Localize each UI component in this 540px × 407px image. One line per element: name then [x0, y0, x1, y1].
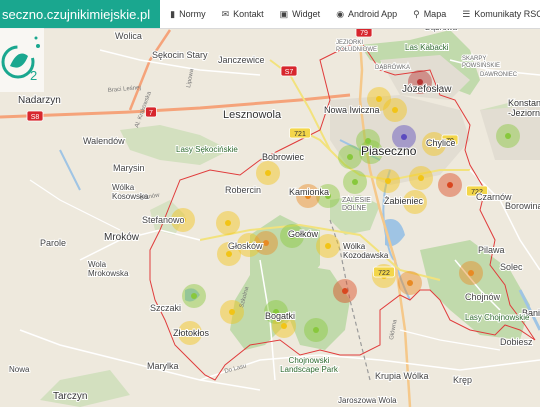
place-label-dabrowka: DĄBRÓWKA	[375, 64, 410, 71]
sensor-marker-good[interactable]	[496, 124, 520, 148]
sensor-marker-moderate[interactable]	[383, 98, 407, 122]
sensor-marker-good[interactable]	[182, 284, 206, 308]
place-label-mrokow: Mroków	[104, 232, 140, 243]
nav-label: Mapa	[423, 9, 447, 19]
place-label-chylice: Chylice	[426, 138, 456, 148]
sensor-marker-moderate[interactable]	[376, 169, 400, 193]
place-label-sekocin-stary: Sękocin Stary	[152, 50, 208, 60]
place-label-jaroszowa-wola: Jaroszowa Wola	[338, 396, 397, 405]
place-label-pilawa: Pilawa	[478, 245, 505, 255]
map-canvas[interactable]: S8S779721722722797 WolicaSękocin Stary Ja…	[0, 0, 540, 407]
sensor-marker-moderate[interactable]	[256, 161, 280, 185]
road-number: S8	[31, 114, 40, 121]
nav-menu: ▮ Normy ✉ Kontakt ▣ Widget ◉ Android App ⚲ Mapa ☰ K…	[160, 0, 540, 28]
nav-label: Android App	[348, 9, 398, 19]
picture-icon: ▣	[279, 8, 289, 19]
logo-subscript: 2	[30, 68, 37, 83]
road-number: 7	[149, 110, 153, 117]
sensor-marker-moderate[interactable]	[316, 234, 340, 258]
nav-normy[interactable]: ▮ Normy	[170, 9, 205, 20]
place-label-chojnow: Chojnów	[465, 292, 501, 302]
sensor-marker-bad[interactable]	[438, 173, 462, 197]
place-label-parole: Parole	[40, 238, 66, 248]
place-label-kaminka: Kamionka	[289, 187, 329, 197]
sensor-marker-poor[interactable]	[398, 271, 422, 295]
place-label-dawronice: DAWRONIEC	[480, 72, 518, 78]
place-label-zabieniec: Żabieniec	[384, 196, 424, 206]
sensor-marker-good[interactable]	[338, 145, 362, 169]
place-label-lesznowola: Lesznowola	[223, 109, 282, 121]
nav-label: Normy	[179, 9, 206, 19]
place-label-jozefoslaw: Józefosław	[402, 84, 452, 95]
place-label-globow: Głosków	[228, 241, 263, 251]
place-label-nowa-iwiczna: Nowa Iwiczna	[324, 105, 380, 115]
sensor-marker-good[interactable]	[304, 318, 328, 342]
site-brand[interactable]: seczno.czujnikimiejskie.pl	[0, 0, 161, 28]
map-marker-icon: ⚲	[413, 8, 420, 19]
nav-komunikaty[interactable]: ☰ Komunikaty RSO	[462, 9, 540, 20]
place-label-stefanowo: Stefanowo	[142, 215, 185, 225]
place-label-szczaki: Szczaki	[150, 303, 181, 313]
envelope-icon: ✉	[221, 8, 230, 19]
sensor-marker-good[interactable]	[343, 170, 367, 194]
place-label-lesy-sekocinskie: Lasy Sękocińskie	[176, 145, 238, 154]
sensor-marker-moderate[interactable]	[216, 211, 240, 235]
place-label-walendow: Walendów	[83, 136, 125, 146]
sensor-marker-poor[interactable]	[459, 261, 483, 285]
place-label-solec: Solec	[500, 262, 523, 272]
nav-mapa[interactable]: ⚲ Mapa	[413, 9, 446, 20]
sensor-marker-moderate[interactable]	[409, 166, 433, 190]
nav-kontakt[interactable]: ✉ Kontakt	[222, 9, 264, 20]
place-label-robercin: Robercin	[225, 185, 261, 195]
nav-label: Widget	[292, 9, 321, 19]
place-label-piaseczno: Piaseczno	[361, 144, 417, 158]
place-label-krepa: Kręp	[453, 375, 472, 385]
top-navigation: seczno.czujnikimiejskie.pl ▮ Normy ✉ Kontak…	[0, 0, 540, 29]
place-label-las-kabacki: Las Kabacki	[405, 43, 449, 52]
place-label-marysin: Marysin	[113, 163, 145, 173]
nav-label: Kontakt	[233, 9, 264, 19]
place-label-bogatki: Bogatki	[265, 311, 295, 321]
place-label-wolica: Wolica	[115, 31, 142, 41]
place-label-jazgarzew: Gołków	[288, 229, 319, 239]
place-label-zlotokłos: Złotokłos	[173, 328, 210, 338]
place-label-tarczyn: Tarczyn	[53, 391, 87, 402]
place-label-nadarzyn: Nadarzyn	[18, 95, 61, 106]
nav-android[interactable]: ◉ Android App	[336, 9, 397, 20]
list-icon: ☰	[462, 8, 471, 19]
place-label-marylka: Marylka	[147, 361, 179, 371]
place-label-nowa: Nowa	[9, 365, 30, 374]
chart-icon: ▮	[170, 8, 176, 19]
sensor-marker-bad[interactable]	[333, 279, 357, 303]
logo-icon[interactable]: 2	[0, 28, 44, 92]
place-label-lasy-chojnowskie: Lasy Chojnowskie	[465, 313, 530, 322]
road-number: 721	[294, 131, 306, 138]
place-label-konstancin: Konstancin-Jeziorna	[508, 98, 540, 118]
place-label-bobrowiec: Bobrowiec	[262, 152, 305, 162]
place-label-dobiesz: Dobiesz	[500, 337, 533, 347]
road-number: 722	[378, 270, 390, 277]
nav-label: Komunikaty RSO	[474, 9, 540, 19]
road-number: 79	[360, 30, 368, 37]
place-label-borowina: Borowina	[505, 201, 540, 211]
android-icon: ◉	[336, 8, 345, 19]
road-number: S7	[285, 69, 294, 76]
place-label-janczewice: Janczewice	[218, 55, 265, 65]
nav-widget[interactable]: ▣ Widget	[280, 9, 321, 20]
place-label-krupia-wolka: Krupia Wólka	[375, 371, 429, 381]
